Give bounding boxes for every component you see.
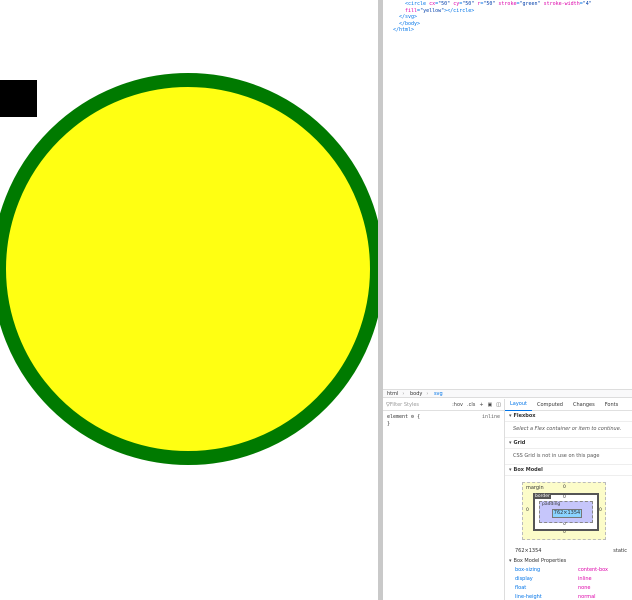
- markup-token: </svg>: [399, 14, 418, 20]
- page-viewport: [0, 0, 380, 600]
- markup-view: <circle cx="50" cy="50" r="50" stroke="g…: [383, 0, 632, 388]
- prop-row: box-sizing content-box: [515, 567, 627, 573]
- grid-section-header[interactable]: ▾ Grid: [505, 438, 632, 449]
- markup-token: ></circle>: [444, 7, 475, 14]
- flexbox-message: Select a Flex container or item to conti…: [505, 422, 632, 438]
- markup-token: "50": [438, 1, 454, 7]
- rules-panel: ▽ Filter Styles :hov .cls + ▣ ◫ element …: [383, 399, 505, 600]
- yellow-circle[interactable]: [0, 73, 380, 465]
- box-summary: 762×1354 static: [515, 548, 627, 554]
- prop-value: content-box: [578, 567, 608, 573]
- margin-right-value[interactable]: 0: [599, 508, 602, 513]
- breadcrumb-item-body[interactable]: body: [410, 391, 422, 397]
- flexbox-title: Flexbox: [513, 413, 536, 419]
- grid-message: CSS Grid is not in use on this page: [505, 449, 632, 465]
- rule-close-brace: }: [387, 421, 391, 427]
- box-size: 762×1354: [515, 548, 542, 554]
- prop-name: display: [515, 576, 533, 582]
- element-selector: element: [387, 414, 412, 420]
- add-rule-button[interactable]: +: [479, 402, 483, 408]
- markup-token: </body>: [399, 20, 421, 27]
- box-position: static: [613, 548, 627, 554]
- margin-top-value[interactable]: 0: [563, 485, 566, 490]
- breadcrumb: html › body › svg: [383, 389, 632, 398]
- prop-row: display inline: [515, 576, 627, 582]
- prop-value: inline: [578, 576, 592, 582]
- box-model-diagram: margin 0 0 0 0 border 0 0 padding 762×13…: [522, 482, 606, 540]
- gear-icon[interactable]: ⚙: [411, 414, 414, 420]
- tab-fonts[interactable]: Fonts: [600, 399, 624, 411]
- padding-box: padding 762×1354: [539, 501, 593, 523]
- tab-changes[interactable]: Changes: [568, 399, 600, 411]
- chevron-down-icon: ▾: [509, 467, 512, 473]
- hov-button[interactable]: :hov: [452, 402, 463, 408]
- tab-computed[interactable]: Computed: [532, 399, 568, 411]
- markup-token: "50": [483, 1, 499, 7]
- black-square: [0, 80, 37, 117]
- element-rule: element ⚙ { inline }: [383, 411, 504, 431]
- box-props-header[interactable]: ▾ Box Model Properties: [509, 558, 566, 564]
- svg-canvas: [0, 73, 380, 465]
- boxmodel-title: Box Model: [513, 467, 543, 473]
- rules-toolbar: ▽ Filter Styles :hov .cls + ▣ ◫: [383, 399, 504, 411]
- inline-source: inline: [481, 414, 500, 420]
- border-top-value[interactable]: 0: [563, 495, 566, 500]
- padding-label: padding: [542, 502, 561, 507]
- chevron-down-icon: ▾: [509, 558, 512, 564]
- prop-row: float none: [515, 585, 627, 591]
- cls-button[interactable]: .cls: [467, 402, 475, 408]
- flexbox-section-header[interactable]: ▾ Flexbox: [505, 411, 632, 422]
- rule-open-brace: {: [417, 414, 421, 420]
- breadcrumb-item-html[interactable]: html: [387, 391, 398, 397]
- chevron-down-icon: ▾: [509, 440, 512, 446]
- print-icon[interactable]: ▣: [488, 402, 493, 408]
- markup-token: "yellow": [420, 7, 445, 14]
- markup-token: "green": [519, 1, 544, 7]
- margin-label: margin: [526, 485, 544, 491]
- prop-value: none: [578, 585, 591, 591]
- tab-layout[interactable]: Layout: [505, 399, 532, 411]
- prop-value: normal: [578, 594, 596, 600]
- grid-title: Grid: [513, 440, 526, 446]
- breadcrumb-item-svg[interactable]: svg: [434, 391, 443, 397]
- markup-line[interactable]: </html>: [393, 27, 414, 34]
- filter-styles-input[interactable]: Filter Styles: [390, 402, 448, 408]
- layout-panel: Layout Computed Changes Fonts ▾ Flexbox S…: [505, 399, 632, 600]
- markup-token: stroke: [498, 1, 517, 7]
- boxmodel-section-header[interactable]: ▾ Box Model: [505, 465, 632, 476]
- chevron-down-icon: ▾: [509, 413, 512, 419]
- border-box: border 0 0 padding 762×1354: [533, 493, 599, 531]
- split-panel-icon[interactable]: ◫: [496, 402, 501, 408]
- prop-name: float: [515, 585, 527, 591]
- margin-left-value[interactable]: 0: [526, 508, 529, 513]
- markup-token: fill: [405, 7, 418, 14]
- prop-name: line-height: [515, 594, 542, 600]
- markup-token: <circle: [405, 1, 430, 7]
- box-props-title: Box Model Properties: [513, 558, 567, 564]
- border-label: border: [534, 494, 551, 499]
- markup-token: "50": [462, 1, 478, 7]
- markup-token: </html>: [393, 27, 415, 33]
- markup-token: stroke-width: [543, 1, 580, 7]
- prop-name: box-sizing: [515, 567, 541, 573]
- sidebar-tabs: Layout Computed Changes Fonts: [505, 399, 632, 411]
- markup-token: "4": [582, 1, 592, 7]
- prop-row: line-height normal: [515, 594, 627, 600]
- content-size: 762×1354: [552, 509, 582, 518]
